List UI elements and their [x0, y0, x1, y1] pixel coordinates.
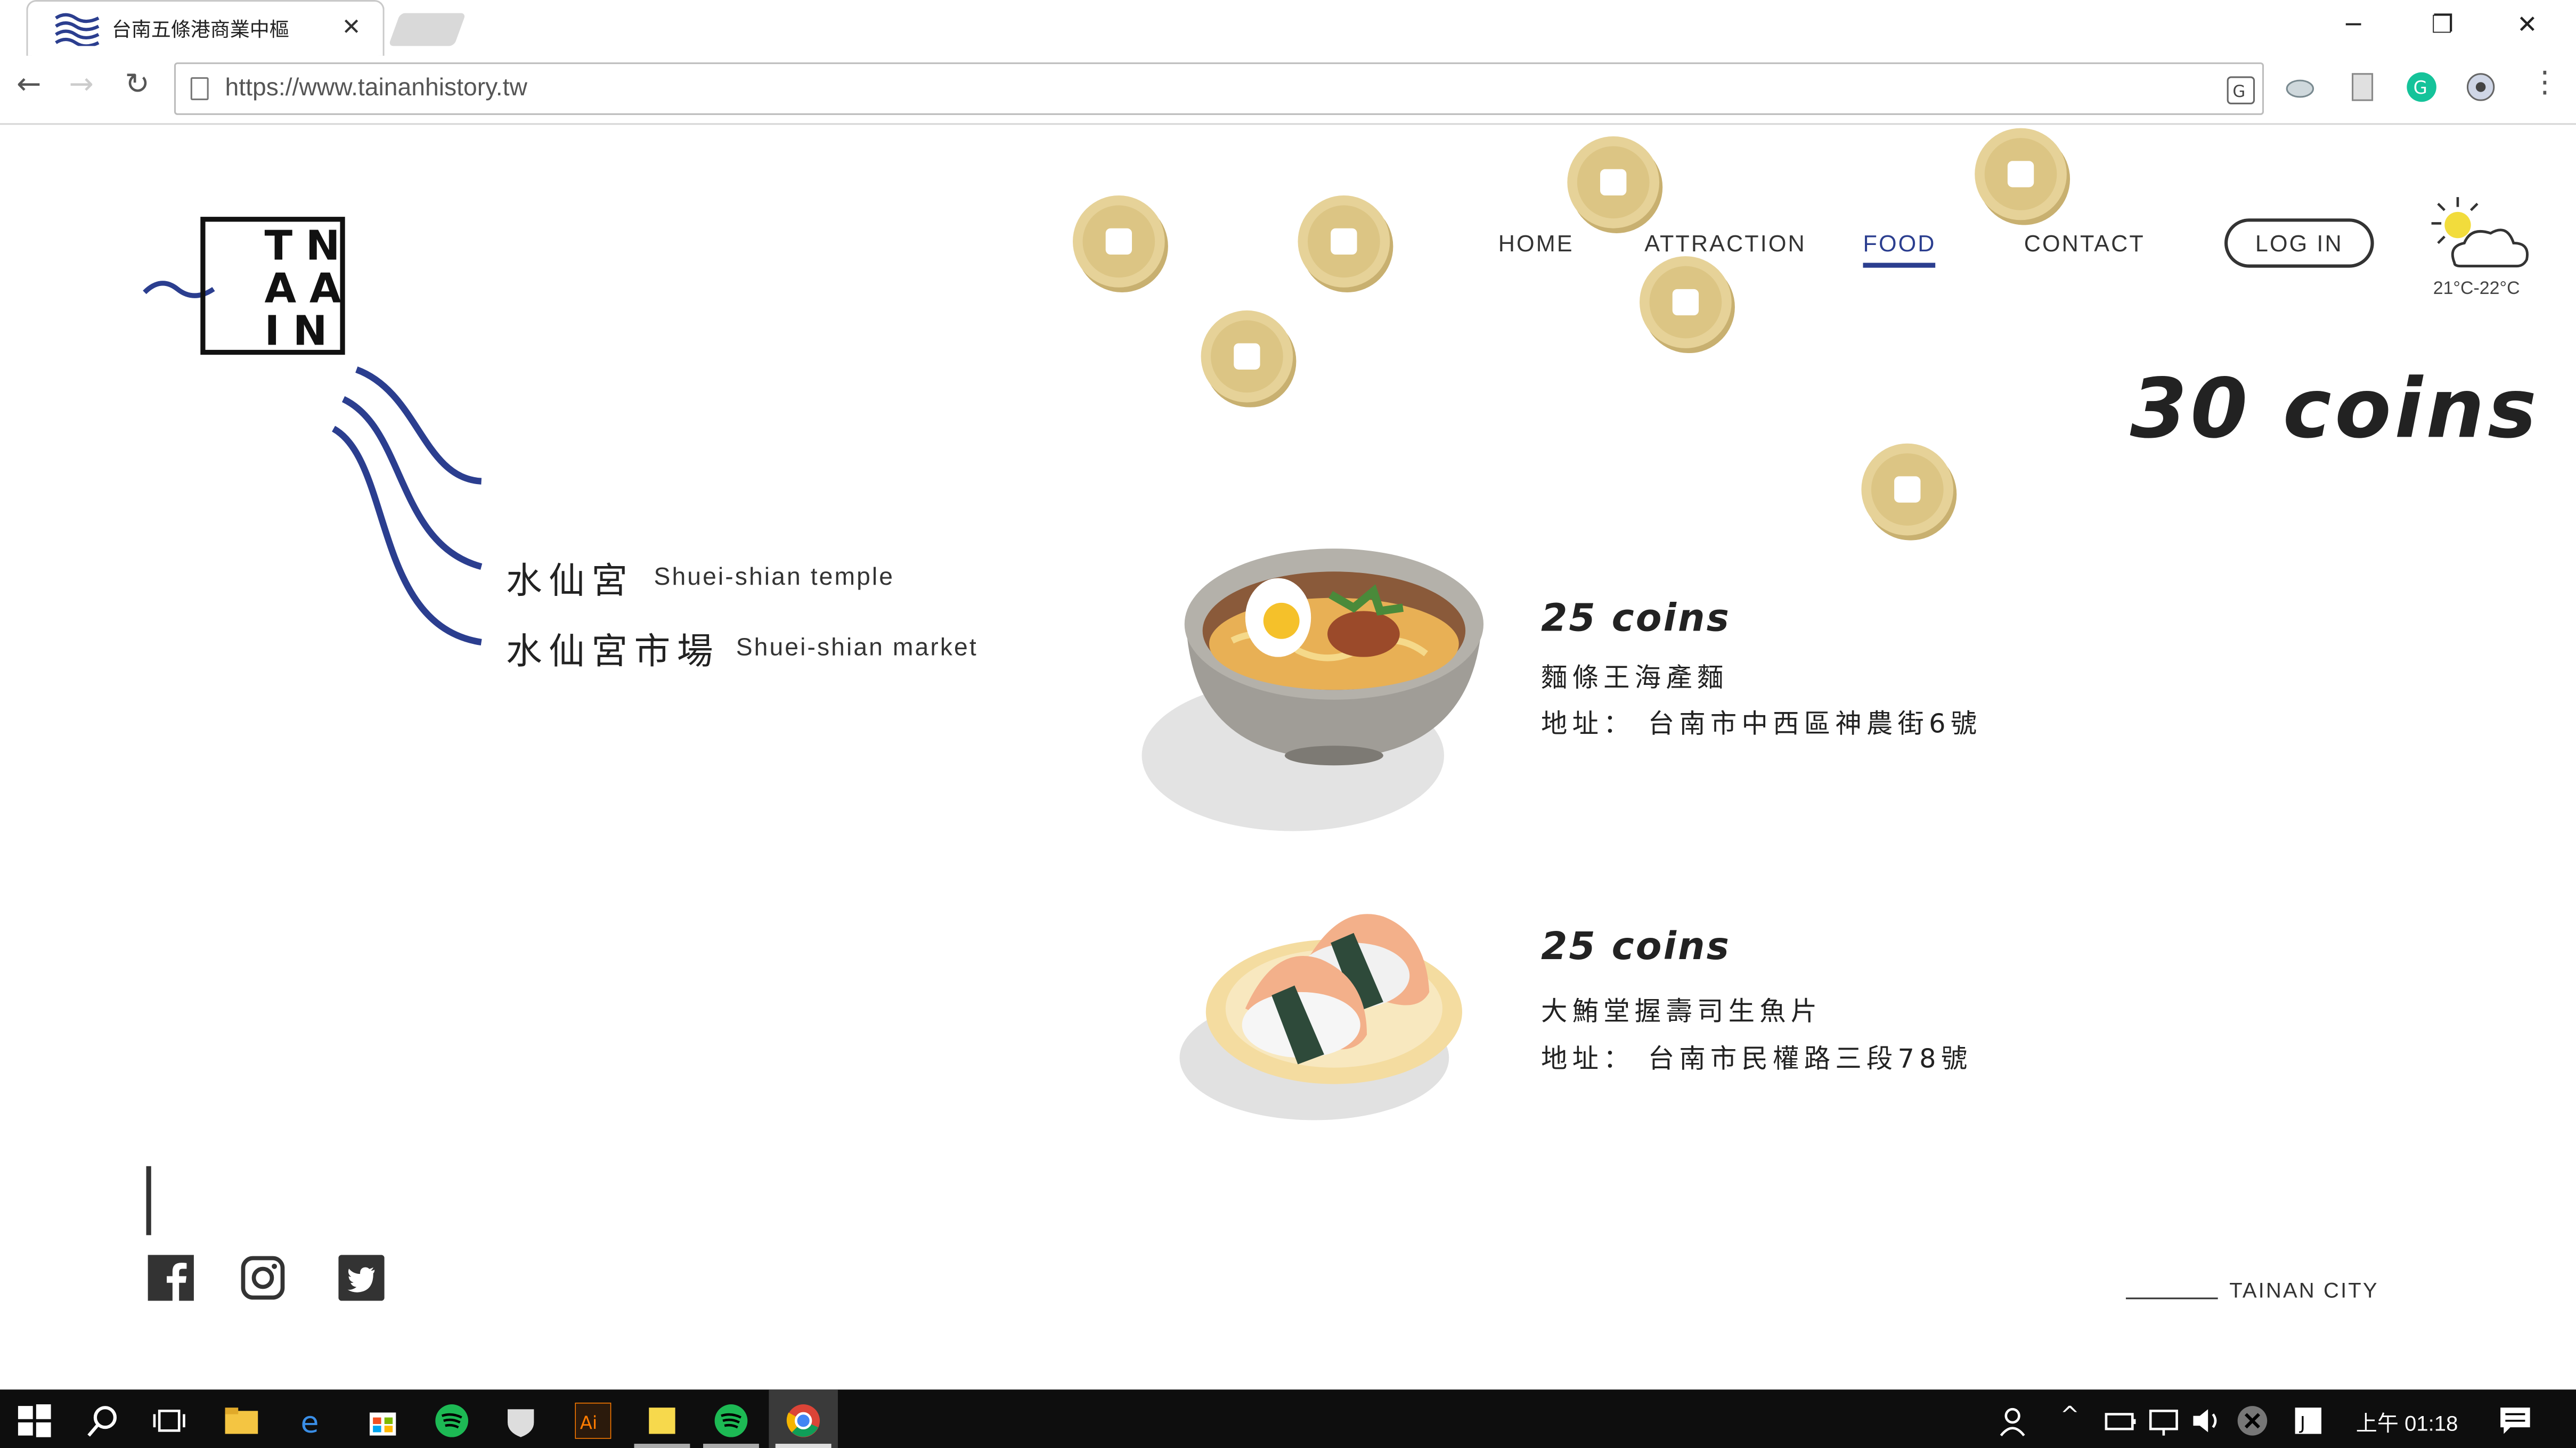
page-info-icon[interactable] — [190, 77, 209, 101]
location-1-cn[interactable]: 水仙宮 — [506, 552, 634, 604]
browser-menu-icon[interactable]: ⋮ — [2530, 66, 2560, 100]
noodle-bowl-icon[interactable] — [1134, 509, 1495, 838]
spotify-icon[interactable] — [713, 1403, 749, 1439]
nav-attraction[interactable]: ATTRACTION — [1644, 230, 1806, 256]
coin-icon[interactable] — [1071, 194, 1170, 292]
address-bar[interactable]: https://www.tainanhistory.tw G — [174, 62, 2264, 115]
coin-icon[interactable] — [1973, 126, 2072, 225]
search-icon[interactable] — [85, 1403, 121, 1439]
forward-arrow-icon[interactable]: → — [69, 67, 94, 102]
footer-line — [2125, 1297, 2218, 1299]
nav-contact[interactable]: CONTACT — [2024, 230, 2145, 256]
food-2-address: 地址： 台南市民權路三段78號 — [1540, 1043, 1972, 1075]
food-2-name[interactable]: 大鮪堂握壽司生魚片 — [1541, 989, 1822, 1028]
site-logo[interactable]: TN AA IN — [200, 217, 345, 355]
browser-toolbar: ← → ↻ https://www.tainanhistory.tw G G ⋮ — [0, 55, 2576, 125]
taskbar-active-indicator — [634, 1444, 690, 1448]
sushi-plate-icon[interactable] — [1173, 894, 1485, 1124]
taskbar-active-indicator — [775, 1444, 832, 1448]
nav-home[interactable]: HOME — [1498, 230, 1574, 256]
svg-text:G: G — [2232, 82, 2245, 101]
close-circle-icon[interactable] — [2235, 1403, 2271, 1439]
coins-total: 30 coins — [2130, 361, 2540, 457]
close-window-button[interactable]: ✕ — [2517, 10, 2538, 40]
wave-lines-icon — [331, 366, 483, 646]
location-2-en[interactable]: Shuei-shian market — [736, 634, 978, 662]
restore-button[interactable]: ❐ — [2432, 10, 2453, 40]
battery-icon[interactable] — [2103, 1403, 2139, 1439]
partly-cloudy-icon — [2431, 197, 2529, 268]
food-1-price: 25 coins — [1540, 598, 1731, 641]
extension-doc-icon[interactable] — [2346, 71, 2379, 104]
task-view-icon[interactable] — [151, 1403, 188, 1439]
page: TN AA IN 水仙宮 Shuei-shian temple 水仙宮市場 Sh… — [0, 125, 2576, 1390]
new-tab-button[interactable] — [388, 13, 466, 46]
location-1-en[interactable]: Shuei-shian temple — [654, 563, 895, 591]
spotify-icon[interactable] — [434, 1403, 470, 1439]
svg-text:Ai: Ai — [580, 1412, 598, 1433]
facebook-icon[interactable] — [148, 1255, 194, 1301]
browser-titlebar: 台南五條港商業中樞 ✕ ─ ❐ ✕ — [0, 0, 2576, 56]
taskbar-clock[interactable]: 上午 01:18 — [2356, 1406, 2458, 1437]
taskbar-active-indicator — [703, 1444, 759, 1448]
windows-start-icon[interactable] — [17, 1403, 53, 1439]
logo-line: AA — [264, 264, 355, 312]
coin-icon[interactable] — [1566, 135, 1664, 233]
footer-city: TAINAN CITY — [2229, 1278, 2379, 1303]
input-method-icon[interactable]: J — [2290, 1403, 2326, 1439]
back-arrow-icon[interactable]: ← — [17, 67, 42, 102]
nav-food[interactable]: FOOD — [1863, 230, 1936, 256]
footer-divider — [146, 1166, 151, 1236]
coin-icon[interactable] — [1638, 255, 1737, 354]
show-hidden-icons-icon[interactable]: ^ — [2060, 1403, 2080, 1429]
people-icon[interactable] — [1998, 1403, 2034, 1439]
svg-text:G: G — [2414, 77, 2427, 98]
site-favicon-icon — [55, 13, 100, 46]
location-2-cn[interactable]: 水仙宮市場 — [506, 623, 720, 675]
food-1-name[interactable]: 麵條王海產麵 — [1541, 656, 1729, 695]
logo-line: TN — [264, 222, 354, 269]
minimize-button[interactable]: ─ — [2346, 10, 2361, 40]
coin-icon[interactable] — [1296, 194, 1395, 292]
action-center-icon[interactable] — [2497, 1403, 2533, 1439]
tab-close-icon[interactable]: ✕ — [342, 15, 361, 41]
coin-icon[interactable] — [1860, 442, 1958, 541]
logo-line: IN — [264, 307, 341, 355]
taskbar: e Ai ^ J 上午 01:18 — [0, 1389, 2576, 1448]
app-shield-icon[interactable] — [503, 1403, 539, 1439]
twitter-icon[interactable] — [338, 1255, 385, 1301]
chrome-icon[interactable] — [785, 1403, 821, 1439]
tab-title: 台南五條港商業中樞 — [111, 18, 289, 42]
coin-icon[interactable] — [1199, 309, 1298, 407]
nav-active-underline — [1863, 263, 1936, 268]
edge-icon[interactable]: e — [296, 1403, 332, 1439]
url-text[interactable]: https://www.tainanhistory.tw — [225, 74, 527, 102]
login-button[interactable]: LOG IN — [2224, 218, 2374, 268]
file-explorer-icon[interactable] — [223, 1403, 259, 1439]
instagram-icon[interactable] — [240, 1255, 286, 1300]
network-icon[interactable] — [2146, 1403, 2182, 1439]
svg-text:J: J — [2299, 1412, 2305, 1433]
svg-text:e: e — [300, 1405, 319, 1438]
translate-icon[interactable]: G — [2226, 76, 2256, 105]
logo-letters: TN AA IN — [264, 222, 355, 355]
volume-icon[interactable] — [2188, 1403, 2224, 1439]
food-1-address: 地址： 台南市中西區神農街6號 — [1540, 708, 1982, 739]
sticky-notes-icon[interactable] — [644, 1403, 680, 1439]
store-icon[interactable] — [365, 1403, 401, 1439]
reload-icon[interactable]: ↻ — [125, 67, 150, 102]
grammarly-icon[interactable]: G — [2405, 71, 2438, 104]
weather-temperature: 21°C-22°C — [2433, 279, 2520, 299]
food-2-price: 25 coins — [1540, 926, 1731, 969]
extension-eye-icon[interactable] — [2464, 71, 2497, 104]
extension-cloud-icon[interactable] — [2284, 71, 2317, 104]
illustrator-icon[interactable]: Ai — [575, 1402, 612, 1439]
